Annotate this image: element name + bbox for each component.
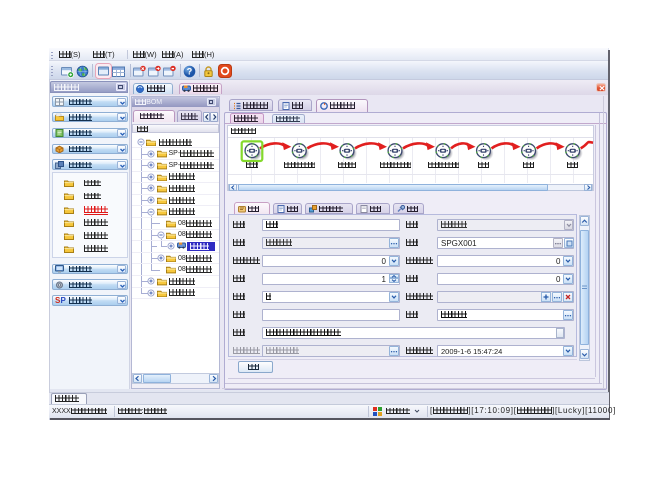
svg-text:?: ? <box>186 66 192 76</box>
svg-text:P: P <box>61 296 67 304</box>
